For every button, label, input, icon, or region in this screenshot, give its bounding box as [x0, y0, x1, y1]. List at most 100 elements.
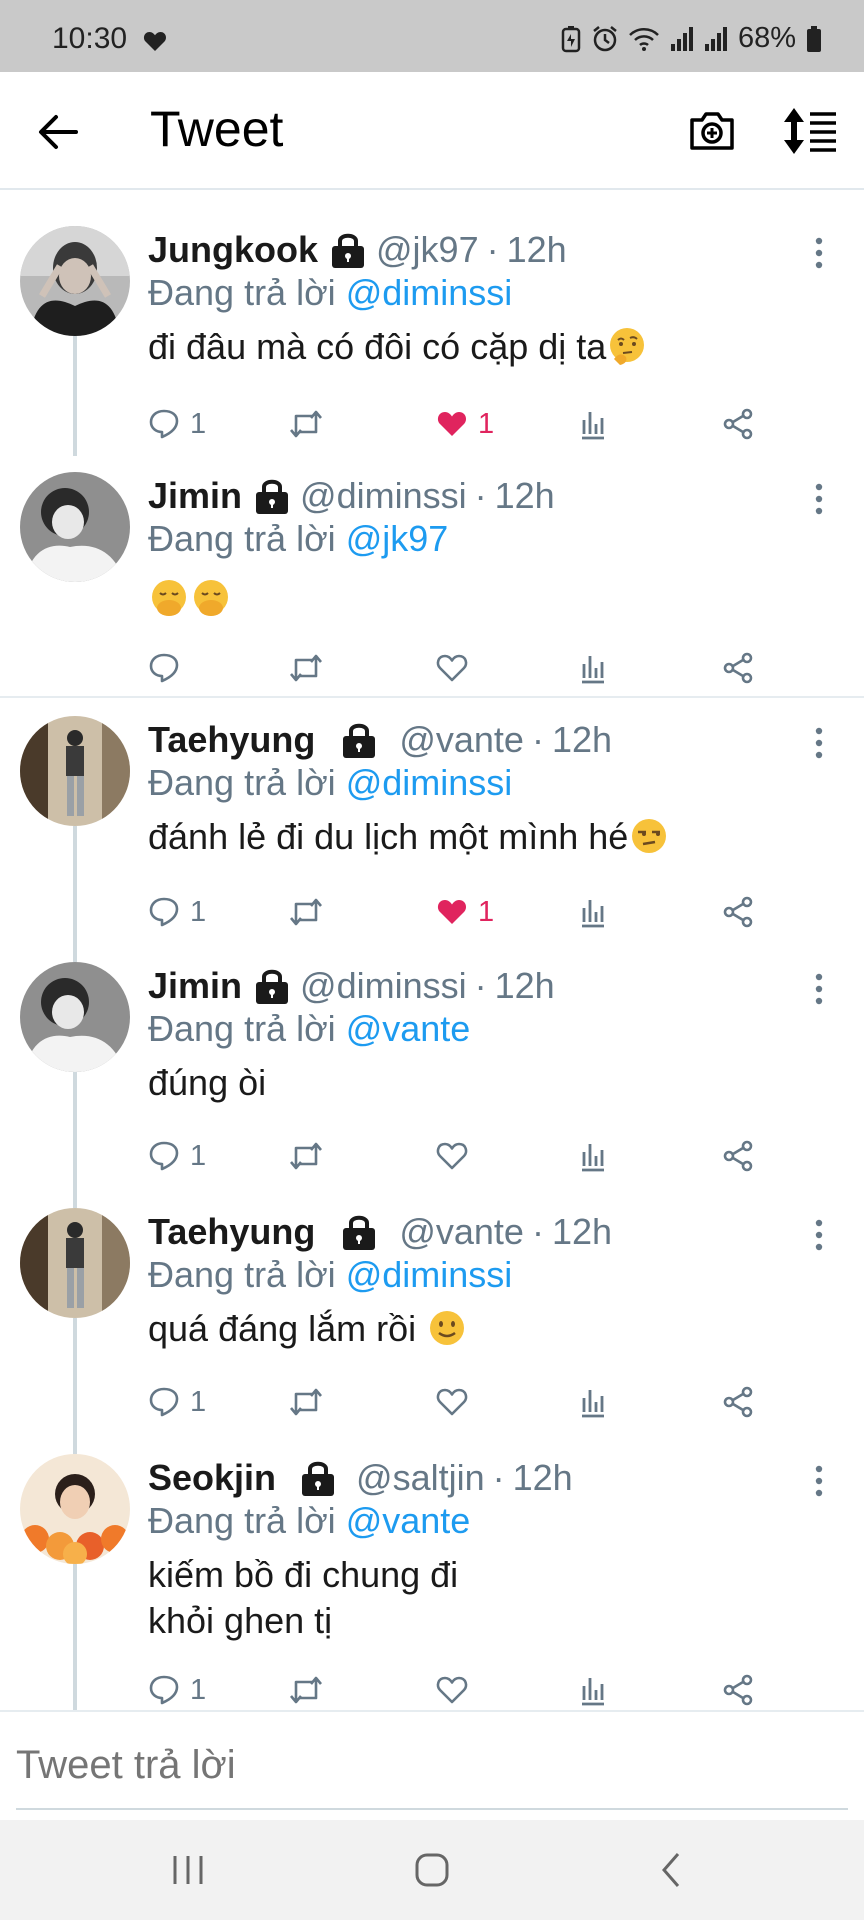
- camera-icon[interactable]: [688, 106, 736, 154]
- avatar-jungkook[interactable]: [20, 226, 130, 336]
- reply-tweet[interactable]: Jimin @diminssi · 12h Đang trả lời @jk97: [0, 472, 864, 692]
- tweet-actions: 1: [148, 1382, 768, 1422]
- thread-line: [73, 1318, 77, 1454]
- mention-link[interactable]: @jk97: [346, 518, 449, 559]
- mention-link[interactable]: @diminssi: [346, 1254, 513, 1295]
- like-button[interactable]: 1: [436, 892, 494, 932]
- user-handle[interactable]: @vante: [399, 719, 524, 761]
- replying-to: Đang trả lời @diminssi: [148, 1254, 512, 1296]
- display-name[interactable]: Taehyung: [148, 1211, 315, 1253]
- more-options-icon[interactable]: [812, 972, 826, 1006]
- display-name[interactable]: Jimin: [148, 475, 242, 517]
- analytics-button[interactable]: [578, 1136, 608, 1176]
- share-button[interactable]: [722, 404, 754, 444]
- display-name[interactable]: Jungkook: [148, 229, 318, 271]
- avatar-taehyung[interactable]: [20, 1208, 130, 1318]
- user-handle[interactable]: @jk97: [376, 229, 479, 271]
- like-button[interactable]: [436, 1670, 468, 1710]
- lock-icon: [339, 1212, 379, 1252]
- speech-bubble-icon: [148, 896, 180, 928]
- like-button[interactable]: [436, 1136, 468, 1176]
- tweet-header: Taehyung @vante · 12h: [148, 1208, 612, 1256]
- like-button[interactable]: 1: [436, 404, 494, 444]
- share-icon: [722, 896, 754, 928]
- retweet-icon: [288, 896, 324, 928]
- display-name[interactable]: Taehyung: [148, 719, 315, 761]
- tweet-header: Jungkook @jk97 · 12h: [148, 226, 567, 274]
- replying-to-label: Đang trả lời: [148, 1254, 336, 1295]
- tweet-actions: 1 1: [148, 892, 768, 932]
- reply-input[interactable]: [16, 1738, 846, 1792]
- timestamp: 12h: [506, 229, 567, 270]
- retweet-button[interactable]: [288, 1382, 324, 1422]
- mention-link[interactable]: @diminssi: [346, 272, 513, 313]
- analytics-button[interactable]: [578, 892, 608, 932]
- lock-icon: [328, 230, 368, 270]
- mention-link[interactable]: @diminssi: [346, 762, 513, 803]
- share-icon: [722, 408, 754, 440]
- reply-button[interactable]: 1: [148, 1382, 206, 1422]
- battery-icon: [807, 25, 821, 52]
- user-handle[interactable]: @vante: [399, 1211, 524, 1253]
- analytics-button[interactable]: [578, 1382, 608, 1422]
- like-button[interactable]: [436, 648, 468, 688]
- more-options-icon[interactable]: [812, 726, 826, 760]
- share-button[interactable]: [722, 892, 754, 932]
- more-options-icon[interactable]: [812, 482, 826, 516]
- tweet-text: [148, 576, 232, 622]
- user-handle[interactable]: @diminssi: [300, 965, 467, 1007]
- user-handle[interactable]: @saltjin: [356, 1457, 485, 1499]
- replying-to-label: Đang trả lời: [148, 518, 336, 559]
- back-nav-icon[interactable]: [642, 1850, 702, 1890]
- reply-composer: [0, 1710, 864, 1820]
- reply-button[interactable]: 1: [148, 892, 206, 932]
- tweet-header: Jimin @diminssi · 12h: [148, 962, 555, 1010]
- user-handle[interactable]: @diminssi: [300, 475, 467, 517]
- retweet-button[interactable]: [288, 1136, 324, 1176]
- status-time: 10:30: [52, 22, 128, 55]
- more-options-icon[interactable]: [812, 1218, 826, 1252]
- retweet-button[interactable]: [288, 648, 324, 688]
- avatar-taehyung[interactable]: [20, 716, 130, 826]
- reply-tweet[interactable]: Jimin @diminssi · 12h Đang trả lời @vant…: [0, 962, 864, 1208]
- hand-over-mouth-emoji-icon: [194, 580, 228, 616]
- reply-tweet[interactable]: Taehyung @vante · 12h Đang trả lời @dimi…: [0, 716, 864, 962]
- reply-button[interactable]: [148, 648, 180, 688]
- reply-tweet[interactable]: Jungkook @jk97 · 12h Đang trả lời @dimin…: [0, 226, 864, 456]
- reply-tweet[interactable]: Seokjin @saltjin · 12h Đang trả lời @van…: [0, 1454, 864, 1710]
- reply-tweet[interactable]: Taehyung @vante · 12h Đang trả lời @dimi…: [0, 1208, 864, 1454]
- more-options-icon[interactable]: [812, 1464, 826, 1498]
- replying-to: Đang trả lời @vante: [148, 1500, 470, 1542]
- analytics-button[interactable]: [578, 648, 608, 688]
- retweet-button[interactable]: [288, 404, 324, 444]
- mention-link[interactable]: @vante: [346, 1008, 471, 1049]
- reply-button[interactable]: 1: [148, 1136, 206, 1176]
- home-icon[interactable]: [402, 1850, 462, 1890]
- system-nav-bar: [0, 1820, 864, 1920]
- share-button[interactable]: [722, 1670, 754, 1710]
- retweet-button[interactable]: [288, 892, 324, 932]
- share-button[interactable]: [722, 1382, 754, 1422]
- retweet-button[interactable]: [288, 1670, 324, 1710]
- display-name[interactable]: Seokjin: [148, 1457, 276, 1499]
- retweet-icon: [288, 1674, 324, 1706]
- bar-chart-icon: [578, 1674, 608, 1706]
- reply-button[interactable]: 1: [148, 404, 206, 444]
- more-options-icon[interactable]: [812, 236, 826, 270]
- tweet-text: đúng òi: [148, 1060, 266, 1106]
- display-name[interactable]: Jimin: [148, 965, 242, 1007]
- sort-replies-icon[interactable]: [782, 106, 838, 156]
- speech-bubble-icon: [148, 1674, 180, 1706]
- avatar-jimin[interactable]: [20, 962, 130, 1072]
- analytics-button[interactable]: [578, 404, 608, 444]
- recent-apps-icon[interactable]: [158, 1850, 218, 1890]
- like-button[interactable]: [436, 1382, 468, 1422]
- mention-link[interactable]: @vante: [346, 1500, 471, 1541]
- reply-button[interactable]: 1: [148, 1670, 206, 1710]
- avatar-seokjin[interactable]: [20, 1454, 130, 1564]
- back-arrow-icon[interactable]: [36, 110, 80, 154]
- avatar-jimin[interactable]: [20, 472, 130, 582]
- share-button[interactable]: [722, 1136, 754, 1176]
- analytics-button[interactable]: [578, 1670, 608, 1710]
- share-button[interactable]: [722, 648, 754, 688]
